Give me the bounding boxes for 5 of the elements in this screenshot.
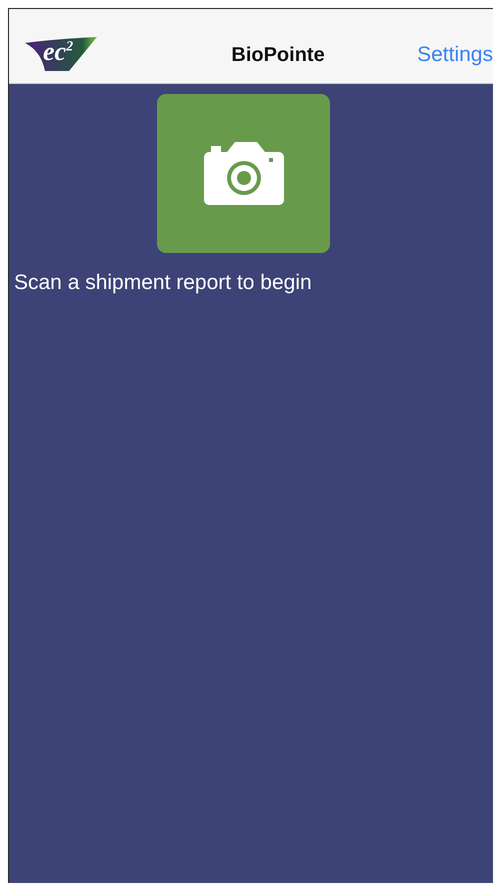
logo: ec$^{2}$	[25, 37, 99, 71]
app-title: BioPointe	[230, 44, 326, 68]
instruction-text: Scan a shipment report to begin	[14, 271, 313, 295]
scan-button[interactable]	[157, 94, 330, 253]
settings-button[interactable]: Settings	[417, 43, 493, 71]
